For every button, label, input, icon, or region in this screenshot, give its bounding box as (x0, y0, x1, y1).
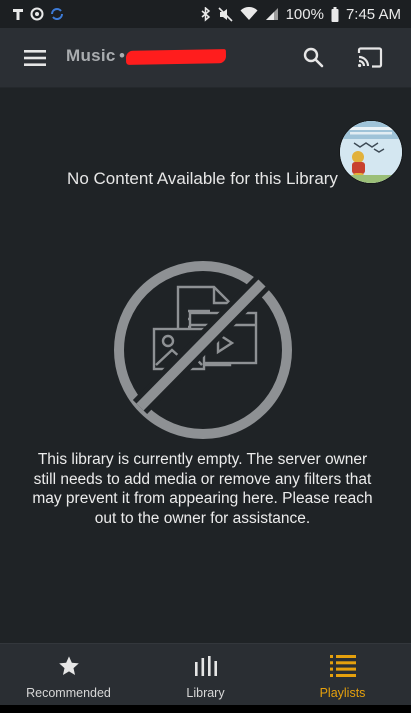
cast-button[interactable] (355, 44, 385, 70)
status-right-icons: 100% 7:45 AM (201, 6, 401, 23)
nav-recommended-label: Recommended (26, 686, 111, 700)
tmobile-icon (12, 8, 24, 21)
avatar-image (340, 121, 402, 183)
playlist-icon (329, 654, 356, 678)
nav-recommended[interactable]: Recommended (0, 644, 137, 705)
bluetooth-icon (201, 6, 211, 22)
app-screen: 100% 7:45 AM Music • No Content Availabl… (0, 0, 411, 713)
library-icon (194, 654, 217, 678)
menu-button[interactable] (22, 45, 48, 71)
bottom-navigation: Recommended Library Playlists (0, 643, 411, 705)
mute-icon (218, 6, 233, 22)
library-title[interactable]: Music (66, 46, 116, 66)
system-nav-strip (0, 705, 411, 713)
wifi-icon (240, 7, 258, 21)
battery-icon (331, 6, 339, 22)
nav-playlists[interactable]: Playlists (274, 644, 411, 705)
user-avatar[interactable] (340, 121, 402, 183)
data-saver-icon (30, 7, 44, 21)
empty-library-illustration (114, 261, 292, 439)
empty-state-title: No Content Available for this Library (67, 169, 338, 188)
clock: 7:45 AM (345, 5, 401, 23)
cast-icon (357, 46, 383, 68)
status-bar: 100% 7:45 AM (0, 0, 411, 28)
empty-state-description: This library is currently empty. The ser… (32, 451, 373, 527)
nav-library[interactable]: Library (137, 644, 274, 705)
library-content: No Content Available for this Library Th… (0, 89, 411, 643)
app-toolbar: Music • (0, 28, 411, 88)
search-button[interactable] (300, 44, 326, 70)
status-left-icons (12, 7, 64, 21)
battery-percent: 100% (285, 5, 324, 23)
signal-icon (265, 7, 279, 21)
title-separator: • (119, 46, 125, 65)
star-icon (58, 654, 80, 678)
menu-icon (24, 50, 46, 66)
sync-icon (50, 7, 64, 21)
redaction-mark (125, 49, 227, 65)
nav-library-label: Library (186, 686, 225, 700)
search-icon (303, 47, 323, 67)
nav-playlists-label: Playlists (319, 686, 366, 700)
